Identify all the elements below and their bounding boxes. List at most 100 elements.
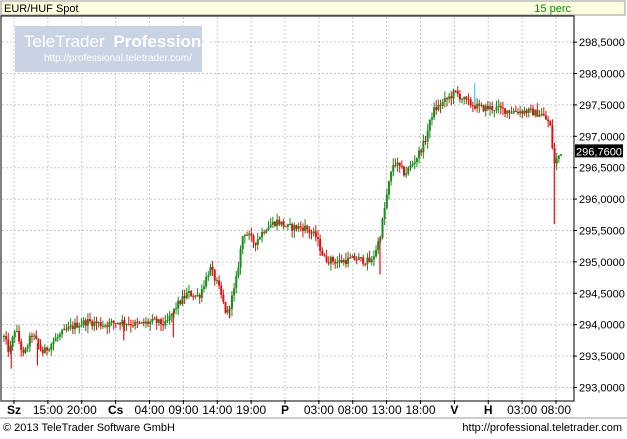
candle-body: [529, 108, 532, 110]
candle-body: [368, 257, 371, 263]
x-tick-label: Sz: [7, 403, 21, 417]
candle-body: [506, 110, 509, 114]
candle-body: [192, 296, 195, 298]
candle-body: [110, 321, 113, 323]
x-tick-label: Cs: [108, 403, 124, 417]
candle-body: [190, 291, 193, 297]
candle-body: [463, 96, 466, 100]
candle-body: [473, 105, 476, 109]
candle-body: [407, 167, 410, 174]
y-tick-label: 295,5000: [579, 225, 625, 237]
candle-body: [458, 93, 461, 100]
candle-body: [220, 285, 223, 295]
candle-body: [205, 277, 208, 287]
candle-body: [149, 321, 152, 324]
candle-body: [15, 330, 18, 332]
candle-body: [482, 105, 485, 112]
candle-body: [76, 322, 79, 328]
candle-body: [338, 260, 341, 262]
candle-body: [125, 323, 128, 325]
x-tick-label: 15:00: [33, 403, 63, 417]
candle-body: [155, 318, 158, 323]
candle-body: [30, 335, 33, 337]
candle-body: [63, 328, 66, 331]
candle-body: [97, 322, 100, 324]
y-tick-label: 297,5000: [579, 100, 625, 112]
candle-body: [420, 150, 423, 153]
header-bar: [0, 0, 626, 16]
candle-body: [48, 349, 51, 351]
candle-body: [179, 300, 182, 304]
candle-body: [467, 99, 470, 101]
candle-body: [480, 105, 483, 107]
footer-url[interactable]: http://professional.teletrader.com: [462, 422, 622, 434]
candle-body: [308, 229, 311, 233]
candle-body: [241, 236, 244, 250]
candle-body: [471, 105, 474, 107]
candle-body: [263, 231, 266, 233]
x-tick-label: 03:00: [507, 403, 537, 417]
candle-body: [256, 239, 259, 246]
candle-body: [129, 324, 132, 326]
candle-body: [258, 237, 261, 240]
candle-body: [185, 292, 188, 299]
candle-body: [560, 154, 562, 156]
candle-body: [153, 318, 156, 320]
candle-body: [291, 224, 294, 231]
instrument-title: EUR/HUF Spot: [4, 3, 79, 15]
candle-body: [478, 103, 481, 106]
candle-body: [512, 110, 515, 113]
candle-body: [334, 261, 337, 264]
candle-body: [89, 319, 92, 322]
candle-body: [370, 259, 373, 263]
y-tick-label: 296,0000: [579, 194, 625, 206]
candle-body: [510, 112, 513, 114]
candle-body: [106, 325, 109, 327]
candle-body: [175, 308, 178, 310]
candle-body: [508, 110, 511, 113]
candle-body: [20, 341, 23, 350]
candle-body: [181, 296, 184, 304]
interval-label: 15 perc: [534, 3, 571, 15]
candle-body: [233, 288, 236, 296]
candle-body: [211, 266, 214, 271]
candle-body: [476, 103, 479, 109]
candle-body: [224, 302, 227, 313]
candle-body: [405, 173, 408, 176]
candle-body: [71, 325, 74, 330]
candle-body: [314, 231, 317, 238]
candle-body: [422, 141, 425, 153]
candle-body: [280, 221, 283, 225]
candle-body: [39, 344, 42, 350]
y-tick-label: 295,0000: [579, 257, 625, 269]
candle-body: [24, 348, 27, 353]
candle-body: [486, 105, 489, 110]
candle-body: [377, 241, 380, 250]
candle-body: [534, 109, 537, 116]
watermark-url: http://professional.teletrader.com/: [44, 53, 192, 64]
candle-body: [95, 321, 98, 324]
candle-body: [329, 257, 332, 264]
y-axis: 293,0000 293,5000 294,0000 294,5000 295,0000…: [573, 37, 625, 394]
candle-body: [86, 319, 89, 326]
candle-body: [357, 257, 360, 261]
candle-body: [415, 158, 418, 163]
candle-body: [168, 315, 171, 321]
candle-body: [127, 323, 130, 325]
candle-body: [418, 150, 421, 159]
candle-body: [142, 321, 145, 324]
candle-body: [246, 234, 249, 236]
candle-body: [207, 275, 210, 278]
candle-body: [200, 289, 203, 298]
candle-body: [33, 335, 36, 337]
candle-body: [439, 104, 442, 106]
candle-body: [448, 96, 451, 100]
candle-body: [411, 163, 414, 166]
candle-body: [187, 291, 190, 293]
candle-body: [544, 115, 547, 120]
candle-body: [177, 300, 180, 309]
candle-body: [116, 322, 119, 324]
candle-body: [504, 108, 507, 114]
candle-body: [67, 326, 70, 330]
candle-body: [26, 346, 29, 349]
